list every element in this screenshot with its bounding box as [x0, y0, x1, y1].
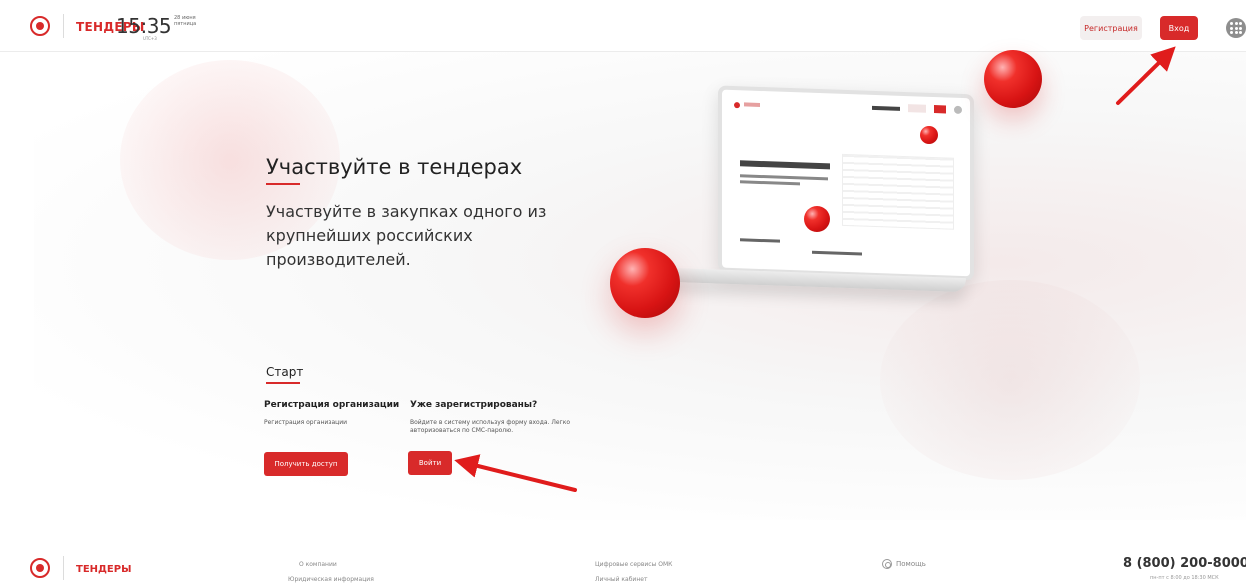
footer-brand[interactable]: ТЕНДЕРЫ [76, 564, 131, 575]
login-button[interactable]: Вход [1160, 16, 1198, 40]
logo-divider [63, 14, 64, 38]
help-icon[interactable] [882, 559, 892, 569]
footer-link-cabinet[interactable]: Личный кабинет [595, 576, 647, 583]
start-title: Старт [266, 365, 304, 379]
footer-link-about[interactable]: О компании [299, 561, 337, 568]
footer-link-digital[interactable]: Цифровые сервисы ОМК [595, 561, 672, 568]
red-sphere-decoration [984, 50, 1042, 108]
clock-date: 28 июня пятница [174, 15, 204, 27]
logo-icon[interactable] [30, 16, 50, 36]
red-sphere-decoration [610, 248, 680, 318]
footer-logo-icon[interactable] [30, 558, 50, 578]
footer-link-legal[interactable]: Юридическая информация [288, 576, 374, 583]
enter-button[interactable]: Войти [408, 451, 452, 475]
help-link[interactable]: Помощь [896, 560, 926, 568]
clock-timezone: UTC+3 [143, 36, 157, 41]
start-title-underline [266, 382, 300, 384]
clock-time: 15:35 [116, 14, 172, 38]
footer-hours: пн-пт с 8:00 до 18:30 МСК [1150, 575, 1219, 581]
clock-date-weekday: пятница [174, 21, 197, 27]
red-sphere-decoration [804, 206, 830, 232]
hero-title: Участвуйте в тендерах [266, 155, 523, 179]
footer-phone[interactable]: 8 (800) 200-8000 [1123, 556, 1246, 571]
hero-title-underline [266, 183, 300, 185]
already-registered-heading: Уже зарегистрированы? [410, 400, 538, 410]
red-sphere-decoration [920, 126, 938, 144]
laptop-screen [718, 85, 974, 281]
already-registered-text: Войдите в систему используя форму входа.… [410, 419, 571, 434]
apps-grid-icon[interactable] [1226, 18, 1246, 38]
org-registration-heading: Регистрация организации [264, 400, 400, 410]
decorative-glow [880, 280, 1140, 480]
org-registration-text: Регистрация организации [264, 419, 348, 426]
footer-logo-divider [63, 556, 64, 580]
hero-subtitle: Участвуйте в закупках одного из крупнейш… [266, 202, 547, 269]
laptop-illustration [614, 85, 976, 294]
get-access-button[interactable]: Получить доступ [264, 452, 348, 476]
register-button[interactable]: Регистрация [1080, 16, 1142, 40]
top-header: ТЕНДЕРЫ 15:35 28 июня пятница UTC+3 Реги… [0, 0, 1246, 52]
